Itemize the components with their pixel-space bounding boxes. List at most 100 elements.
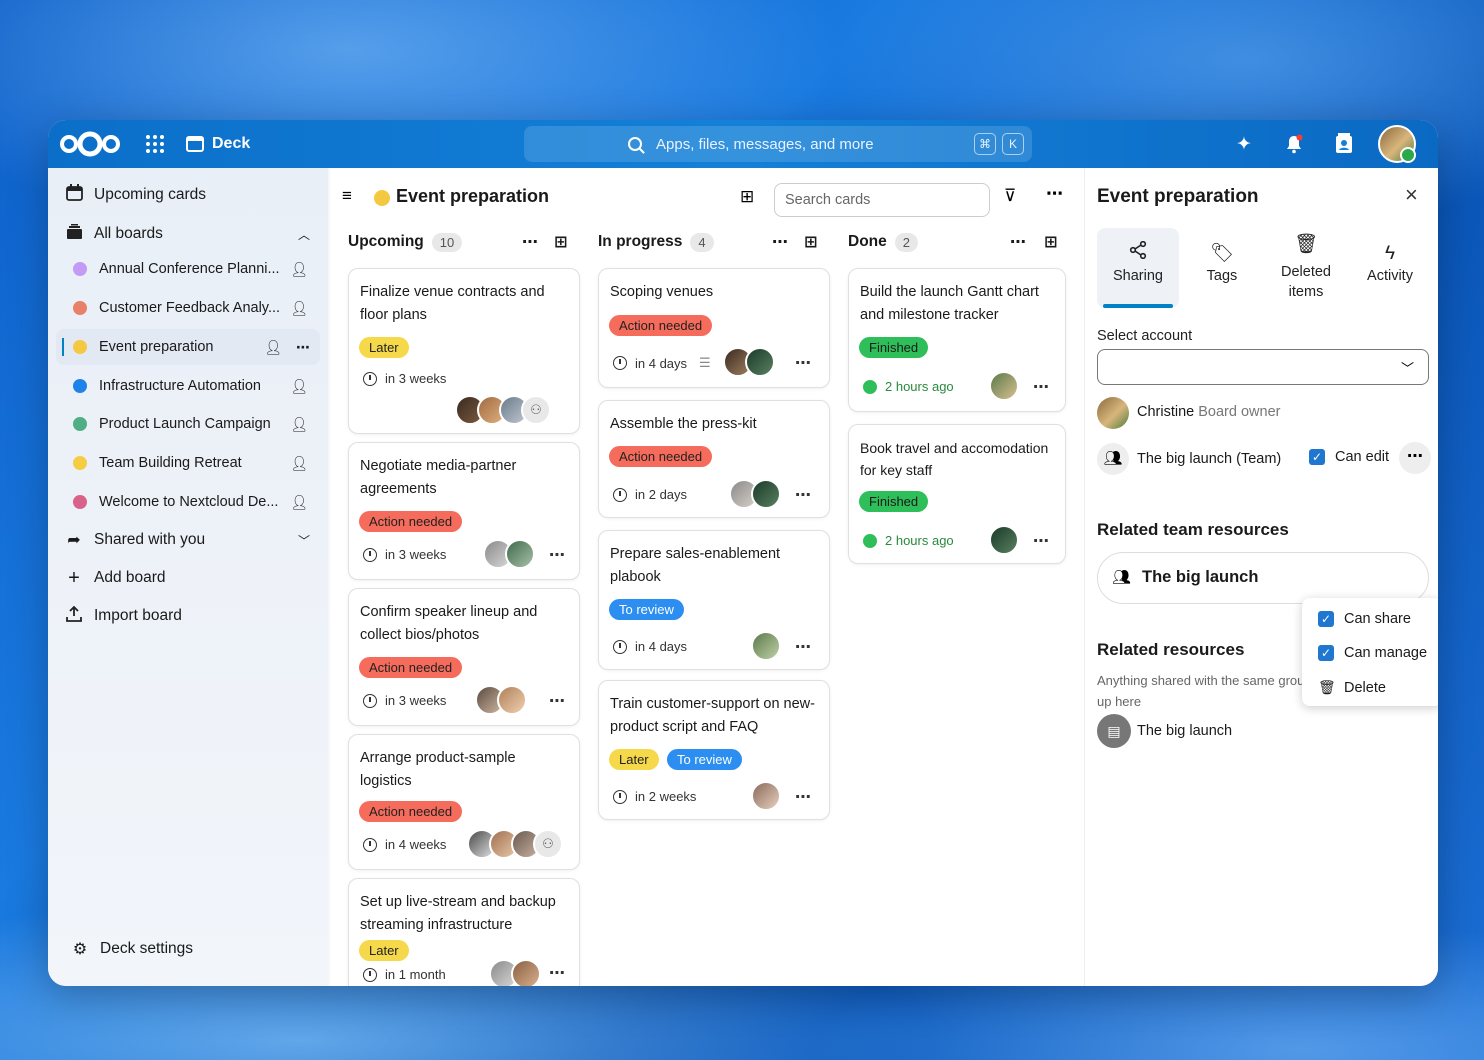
share-arrow-icon: ➦	[67, 532, 81, 549]
card[interactable]: Assemble the press-kit Action needed in …	[598, 400, 830, 518]
tab-tags[interactable]: 🏷︎ Tags	[1181, 228, 1263, 308]
nav-label: All boards	[94, 225, 163, 242]
board-item-annual-conference[interactable]: Annual Conference Planni... 👤︎	[48, 251, 320, 287]
check-circle-icon	[863, 379, 877, 394]
stack-more-icon[interactable]: ⋯	[1010, 232, 1026, 252]
card-more-icon[interactable]: ⋯	[1033, 377, 1049, 397]
card-title: Train customer-support on new-product sc…	[610, 696, 815, 735]
card-more-icon[interactable]: ⋯	[795, 787, 811, 807]
board-item-customer-feedback[interactable]: Customer Feedback Analy... 👤︎	[48, 290, 320, 326]
related-resource-link[interactable]: The big launch	[1137, 723, 1232, 739]
due-text: 2 hours ago	[885, 379, 954, 394]
toggle-navigation-icon[interactable]: ≡	[342, 186, 352, 206]
board-more-icon[interactable]: ⋯	[1046, 184, 1063, 204]
card[interactable]: Arrange product-sample logistics Action …	[348, 734, 580, 870]
calendar-icon	[64, 184, 84, 206]
card-more-icon[interactable]: ⋯	[549, 691, 565, 711]
stack-more-icon[interactable]: ⋯	[772, 232, 788, 252]
chevron-down-icon[interactable]: ﹀	[298, 532, 310, 549]
board-item-team-building[interactable]: Team Building Retreat 👤︎	[48, 445, 320, 481]
tab-deleted-items[interactable]: 🗑︎ Deleted items	[1265, 228, 1347, 308]
user-avatar[interactable]	[1378, 125, 1416, 163]
app-name[interactable]: Deck	[212, 135, 250, 153]
card[interactable]: Negotiate media-partner agreements Actio…	[348, 442, 580, 580]
card-title: Set up live-stream and backup streaming …	[360, 894, 556, 933]
assistant-sparkle-icon[interactable]: ✦	[1232, 132, 1256, 156]
card[interactable]: Build the launch Gantt chart and milesto…	[848, 268, 1066, 412]
card[interactable]: Book travel and accomodation for key sta…	[848, 424, 1066, 564]
card[interactable]: Prepare sales-enablement plabook To revi…	[598, 530, 830, 670]
menu-item-delete[interactable]: 🗑︎ Delete	[1318, 679, 1386, 696]
card-more-icon[interactable]: ⋯	[795, 637, 811, 657]
chevron-up-icon[interactable]: ︿	[298, 226, 310, 243]
board-item-product-launch[interactable]: Product Launch Campaign 👤︎	[48, 406, 320, 442]
folder-icon: ▤	[1097, 714, 1131, 748]
owner-name: Christine	[1137, 404, 1195, 420]
filter-off-icon[interactable]: ⊽	[1004, 186, 1016, 206]
add-card-icon[interactable]: ⊞	[554, 232, 567, 252]
notifications-bell-icon[interactable]	[1282, 132, 1306, 156]
share-actions-icon[interactable]: ⋯	[1399, 442, 1431, 474]
stack-count: 2	[894, 232, 918, 252]
card[interactable]: Finalize venue contracts and floor plans…	[348, 268, 580, 434]
app-menu-icon[interactable]	[146, 135, 164, 153]
board-name: Infrastructure Automation	[99, 378, 261, 394]
search-cards-input[interactable]: Search cards	[774, 183, 990, 217]
tab-sharing[interactable]: Sharing	[1097, 228, 1179, 308]
card[interactable]: Confirm speaker lineup and collect bios/…	[348, 588, 580, 726]
add-list-icon[interactable]: ⊞	[740, 187, 754, 207]
add-card-icon[interactable]: ⊞	[1044, 232, 1057, 252]
more-options-icon[interactable]: ⋯	[296, 339, 310, 356]
tab-activity[interactable]: ϟ Activity	[1349, 228, 1431, 308]
close-icon[interactable]: ×	[1405, 182, 1418, 208]
clock-icon	[363, 547, 377, 562]
due-date: in 4 days ☰	[613, 355, 711, 371]
contacts-icon[interactable]	[1332, 132, 1356, 156]
board-name: Event preparation	[99, 339, 214, 355]
nav-import-board[interactable]: Import board	[48, 598, 328, 634]
stack-upcoming: Upcoming 10 ⋯ ⊞ Finalize venue contracts…	[348, 224, 580, 986]
tag-label: Action needed	[609, 315, 713, 336]
board-item-event-preparation[interactable]: Event preparation 👤︎ ⋯	[56, 329, 320, 365]
card-more-icon[interactable]: ⋯	[1033, 531, 1049, 551]
related-team-item[interactable]: 👥︎ The big launch	[1097, 552, 1429, 604]
due-date: in 4 weeks	[363, 837, 446, 852]
due-date: in 3 weeks	[363, 371, 446, 386]
share-icon	[1097, 240, 1179, 268]
board-item-infrastructure[interactable]: Infrastructure Automation 👤︎	[48, 368, 320, 404]
menu-item-can-manage[interactable]: ✓ Can manage	[1318, 645, 1427, 661]
nav-add-board[interactable]: + Add board	[48, 560, 328, 596]
card-more-icon[interactable]: ⋯	[795, 485, 811, 505]
add-card-icon[interactable]: ⊞	[804, 232, 817, 252]
select-account-dropdown[interactable]: ﹀	[1097, 349, 1429, 385]
tab-label: Sharing	[1113, 268, 1163, 284]
related-resources-title: Related resources	[1097, 640, 1245, 659]
menu-label: Delete	[1344, 679, 1386, 696]
select-account-label: Select account	[1097, 328, 1193, 344]
nav-all-boards[interactable]: All boards ︿	[48, 216, 328, 252]
card[interactable]: Set up live-stream and backup streaming …	[348, 878, 580, 986]
user-icon: 👤︎	[290, 260, 308, 277]
nav-deck-settings[interactable]: ⚙ Deck settings	[54, 931, 334, 967]
can-edit-checkbox[interactable]: ✓ Can edit	[1309, 449, 1389, 465]
clock-icon	[613, 356, 627, 370]
nextcloud-logo[interactable]	[58, 130, 122, 158]
tab-label: Tags	[1206, 268, 1238, 284]
card[interactable]: Scoping venues Action needed in 4 days ☰ …	[598, 268, 830, 388]
unified-search[interactable]: Apps, files, messages, and more ⌘ K	[524, 126, 1032, 162]
board-name: Team Building Retreat	[99, 455, 242, 471]
stack-more-icon[interactable]: ⋯	[522, 232, 538, 252]
due-text: in 4 weeks	[385, 837, 447, 852]
menu-item-can-share[interactable]: ✓ Can share	[1318, 611, 1411, 627]
card-more-icon[interactable]: ⋯	[549, 545, 565, 565]
lightning-icon: ϟ	[1384, 243, 1396, 264]
board-item-welcome[interactable]: Welcome to Nextcloud De... 👤︎	[48, 484, 320, 520]
nav-upcoming-cards[interactable]: Upcoming cards	[48, 177, 328, 213]
nav-shared-with-you[interactable]: ➦ Shared with you ﹀	[48, 522, 328, 558]
card-more-icon[interactable]: ⋯	[549, 963, 565, 983]
gear-icon: ⚙	[72, 941, 88, 958]
card[interactable]: Train customer-support on new-product sc…	[598, 680, 830, 820]
board-color-dot	[73, 262, 87, 276]
card-more-icon[interactable]: ⋯	[795, 353, 811, 373]
due-date: in 2 weeks	[613, 789, 696, 804]
